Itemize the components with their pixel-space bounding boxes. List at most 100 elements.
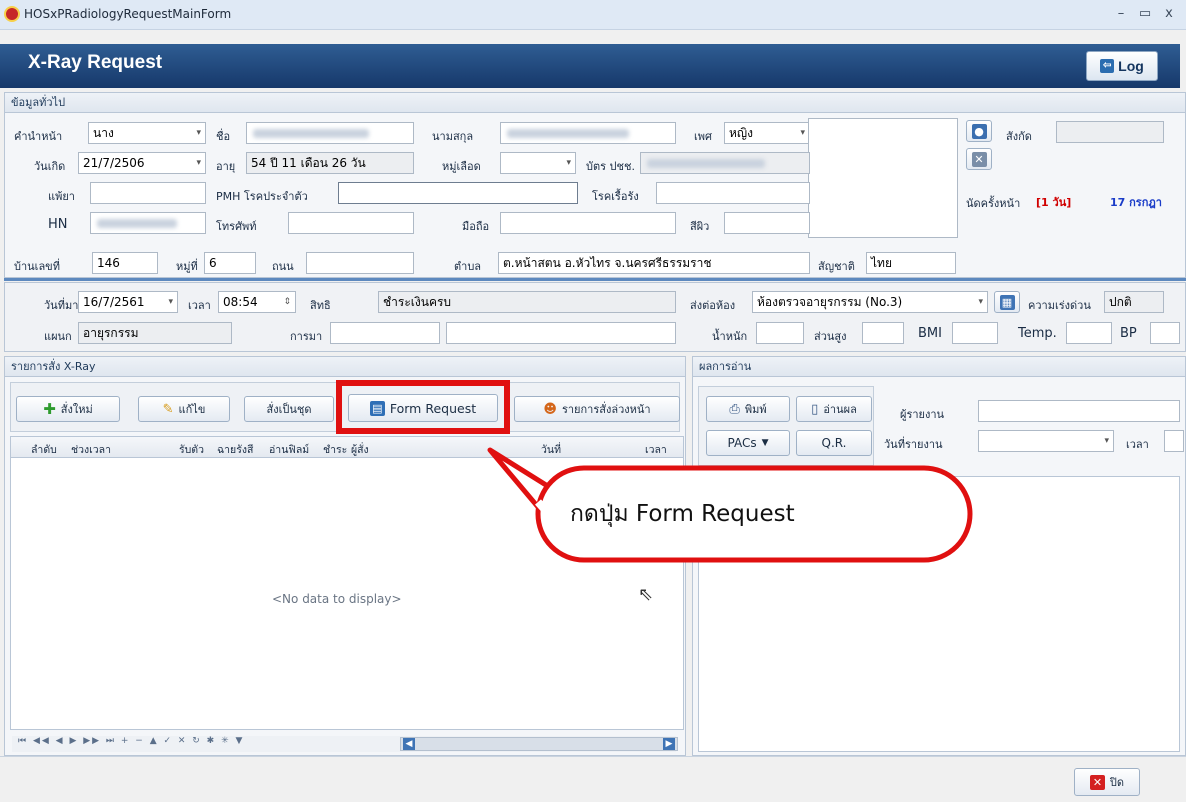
chevron-down-icon: ▾ xyxy=(1104,436,1109,446)
empty-grid-message: <No data to display> xyxy=(272,592,402,606)
general-info-header: ข้อมูลทั่วไป xyxy=(5,93,1185,113)
mobile-field[interactable] xyxy=(500,212,676,234)
reporter-label: ผู้รายงาน xyxy=(900,408,945,421)
col-orderer[interactable]: ผู้สั่ง xyxy=(351,441,369,458)
grid-navigator: ⏮ ◀◀ ◀ ▶ ▶▶ ⏭ + − ▲ ✓ ✕ ↻ ✱ ✳ ▼ ◀ ▶ xyxy=(12,736,678,752)
first-name-label: ชื่อ xyxy=(216,130,231,143)
col-read-film[interactable]: อ่านฟิลม์ xyxy=(269,441,309,458)
advance-orders-label: รายการสั่งล่วงหน้า xyxy=(561,403,651,416)
moo-field[interactable]: 6 xyxy=(204,252,256,274)
visit-time-value: 08:54 xyxy=(223,295,258,309)
nationality-field[interactable]: ไทย xyxy=(866,252,956,274)
bmi-field[interactable] xyxy=(952,322,998,344)
close-button[interactable]: ✕ ปิด xyxy=(1074,768,1140,796)
height-field[interactable] xyxy=(862,322,904,344)
nationality-label: สัญชาติ xyxy=(818,260,855,273)
minimize-button[interactable]: – xyxy=(1110,4,1132,24)
bp-label: BP xyxy=(1120,326,1137,341)
col-received[interactable]: รับตัว xyxy=(179,441,204,458)
skin-color-field[interactable] xyxy=(724,212,810,234)
temp-label: Temp. xyxy=(1018,326,1057,341)
col-paid[interactable]: ชำระ xyxy=(323,441,347,458)
sex-label: เพศ xyxy=(694,130,712,143)
horizontal-scrollbar[interactable]: ◀ ▶ xyxy=(400,737,678,751)
chronic-disease-label: โรคเรื้อรัง xyxy=(592,190,639,203)
road-field[interactable] xyxy=(306,252,414,274)
house-number-field[interactable]: 146 xyxy=(92,252,158,274)
citizen-id-label: บัตร ปชช. xyxy=(586,160,635,173)
prefix-label: คำนำหน้า xyxy=(14,130,63,143)
send-to-room-value: ห้องตรวจอายุรกรรม (No.3) xyxy=(757,295,903,309)
prefix-select[interactable]: นาง ▾ xyxy=(88,122,206,144)
printer-icon: ⎙ xyxy=(729,401,740,417)
col-period[interactable]: ช่วงเวลา xyxy=(71,441,111,458)
maximize-button[interactable]: ▭ xyxy=(1134,4,1156,24)
print-button[interactable]: ⎙ พิมพ์ xyxy=(706,396,790,422)
affiliation-field[interactable] xyxy=(1056,121,1164,143)
bmi-label: BMI xyxy=(918,326,942,341)
first-name-field[interactable] xyxy=(246,122,414,144)
department-label: แผนก xyxy=(44,330,72,343)
visit-date-value: 16/7/2561 xyxy=(83,295,145,309)
bp-field[interactable] xyxy=(1150,322,1180,344)
col-exposed[interactable]: ฉายรังสี xyxy=(217,441,253,458)
hn-label: HN xyxy=(48,217,68,232)
close-window-button[interactable]: x xyxy=(1158,4,1180,24)
chronic-disease-field[interactable] xyxy=(656,182,810,204)
scroll-left-icon[interactable]: ◀ xyxy=(403,738,415,750)
window-title: HOSxPRadiologyRequestMainForm xyxy=(24,7,232,21)
highlight-box xyxy=(336,380,510,434)
visit-reason-field[interactable] xyxy=(330,322,440,344)
phone-field[interactable] xyxy=(288,212,414,234)
house-number-label: บ้านเลขที่ xyxy=(14,260,60,273)
blood-group-select[interactable]: ▾ xyxy=(500,152,576,174)
citizen-id-field[interactable] xyxy=(640,152,810,174)
birth-date-picker[interactable]: 21/7/2506 ▾ xyxy=(78,152,206,174)
visit-date-label: วันที่มา xyxy=(44,299,79,312)
scroll-right-icon[interactable]: ▶ xyxy=(663,738,675,750)
pmh-field[interactable] xyxy=(338,182,578,204)
callout-text: กดปุ่ม Form Request xyxy=(570,501,795,527)
advance-orders-button[interactable]: ☻ รายการสั่งล่วงหน้า xyxy=(514,396,680,422)
send-to-room-label: ส่งต่อห้อง xyxy=(690,299,736,312)
visit-date-picker[interactable]: 16/7/2561 ▾ xyxy=(78,291,178,313)
report-date-picker[interactable]: ▾ xyxy=(978,430,1114,452)
order-set-button[interactable]: สั่งเป็นชุด xyxy=(244,396,334,422)
chevron-down-icon: ▾ xyxy=(196,158,201,168)
mouse-cursor-icon: ⇖ xyxy=(638,584,654,605)
read-result-button[interactable]: ▯ อ่านผล xyxy=(796,396,872,422)
new-order-label: สั่งใหม่ xyxy=(60,403,93,416)
people-icon: ☻ xyxy=(543,401,557,417)
tambon-field[interactable]: ต.หน้าสตน อ.หัวไทร จ.นครศรีธรรมราช xyxy=(498,252,810,274)
photo-button[interactable]: ● xyxy=(966,120,992,142)
room-lookup-button[interactable]: ▦ xyxy=(994,291,1020,313)
log-button[interactable]: ⇦ Log xyxy=(1086,51,1158,81)
skin-color-label: สีผิว xyxy=(690,220,710,233)
visit-reason-detail[interactable] xyxy=(446,322,676,344)
col-seq[interactable]: ลำดับ xyxy=(31,441,57,458)
edit-order-button[interactable]: ✎ แก้ไข xyxy=(138,396,230,422)
send-to-room-select[interactable]: ห้องตรวจอายุรกรรม (No.3) ▾ xyxy=(752,291,988,313)
pencil-icon: ✎ xyxy=(162,401,174,417)
allergy-field[interactable] xyxy=(90,182,206,204)
navigator-buttons[interactable]: ⏮ ◀◀ ◀ ▶ ▶▶ ⏭ + − ▲ ✓ ✕ ↻ ✱ ✳ ▼ xyxy=(18,736,244,746)
xray-orders-header: รายการสั่ง X-Ray xyxy=(5,357,685,377)
weight-field[interactable] xyxy=(756,322,804,344)
last-name-field[interactable] xyxy=(500,122,676,144)
clipboard-icon: ▯ xyxy=(811,401,819,417)
mobile-label: มือถือ xyxy=(462,220,490,233)
report-time-field[interactable] xyxy=(1164,430,1184,452)
new-order-button[interactable]: ✚ สั่งใหม่ xyxy=(16,396,120,422)
temp-field[interactable] xyxy=(1066,322,1112,344)
hn-field[interactable] xyxy=(90,212,206,234)
report-time-label: เวลา xyxy=(1126,438,1149,451)
splitter-bar[interactable] xyxy=(4,278,1186,281)
sex-select[interactable]: หญิง ▾ xyxy=(724,122,810,144)
reporter-field[interactable] xyxy=(978,400,1180,422)
photo-remove-button[interactable]: ✕ xyxy=(966,148,992,170)
urgency-label: ความเร่งด่วน xyxy=(1028,299,1091,312)
visit-time-spinner[interactable]: 08:54 ⇕ xyxy=(218,291,296,313)
prefix-value: นาง xyxy=(93,126,114,140)
allergy-label: แพ้ยา xyxy=(48,190,75,203)
read-result-label: อ่านผล xyxy=(823,403,857,416)
